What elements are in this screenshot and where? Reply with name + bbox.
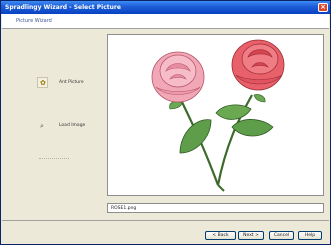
load-icon: ⌕ bbox=[40, 122, 44, 130]
back-button[interactable]: < Back bbox=[205, 231, 236, 240]
filename-field[interactable]: ROSE1.png bbox=[107, 203, 324, 213]
option-art-picture[interactable]: ✿ Ant Picture bbox=[37, 77, 97, 89]
wizard-window: Spradlingy Wizard - Select Picture × Pic… bbox=[0, 0, 331, 245]
option-load-image[interactable]: ⌕ Load Image bbox=[37, 120, 97, 132]
header-divider bbox=[2, 28, 329, 29]
help-button[interactable]: Help bbox=[298, 231, 322, 240]
wizard-subtitle: Picture Wizard bbox=[16, 18, 52, 24]
close-button[interactable]: × bbox=[318, 3, 328, 12]
image-preview bbox=[107, 34, 324, 196]
option-label: Load Image bbox=[59, 123, 86, 128]
title-bar[interactable]: Spradlingy Wizard - Select Picture × bbox=[1, 1, 330, 14]
footer-divider bbox=[2, 220, 329, 221]
filename-text: ROSE1.png bbox=[111, 206, 137, 211]
next-button[interactable]: Next > bbox=[238, 231, 264, 240]
rose-illustration bbox=[151, 39, 285, 192]
option-label: Ant Picture bbox=[59, 80, 84, 85]
window-title: Spradlingy Wizard - Select Picture bbox=[5, 4, 121, 11]
wizard-header: Picture Wizard bbox=[2, 14, 329, 28]
disabled-option bbox=[39, 158, 69, 159]
cancel-button[interactable]: Cancel bbox=[269, 231, 294, 240]
picture-icon: ✿ bbox=[37, 77, 48, 88]
